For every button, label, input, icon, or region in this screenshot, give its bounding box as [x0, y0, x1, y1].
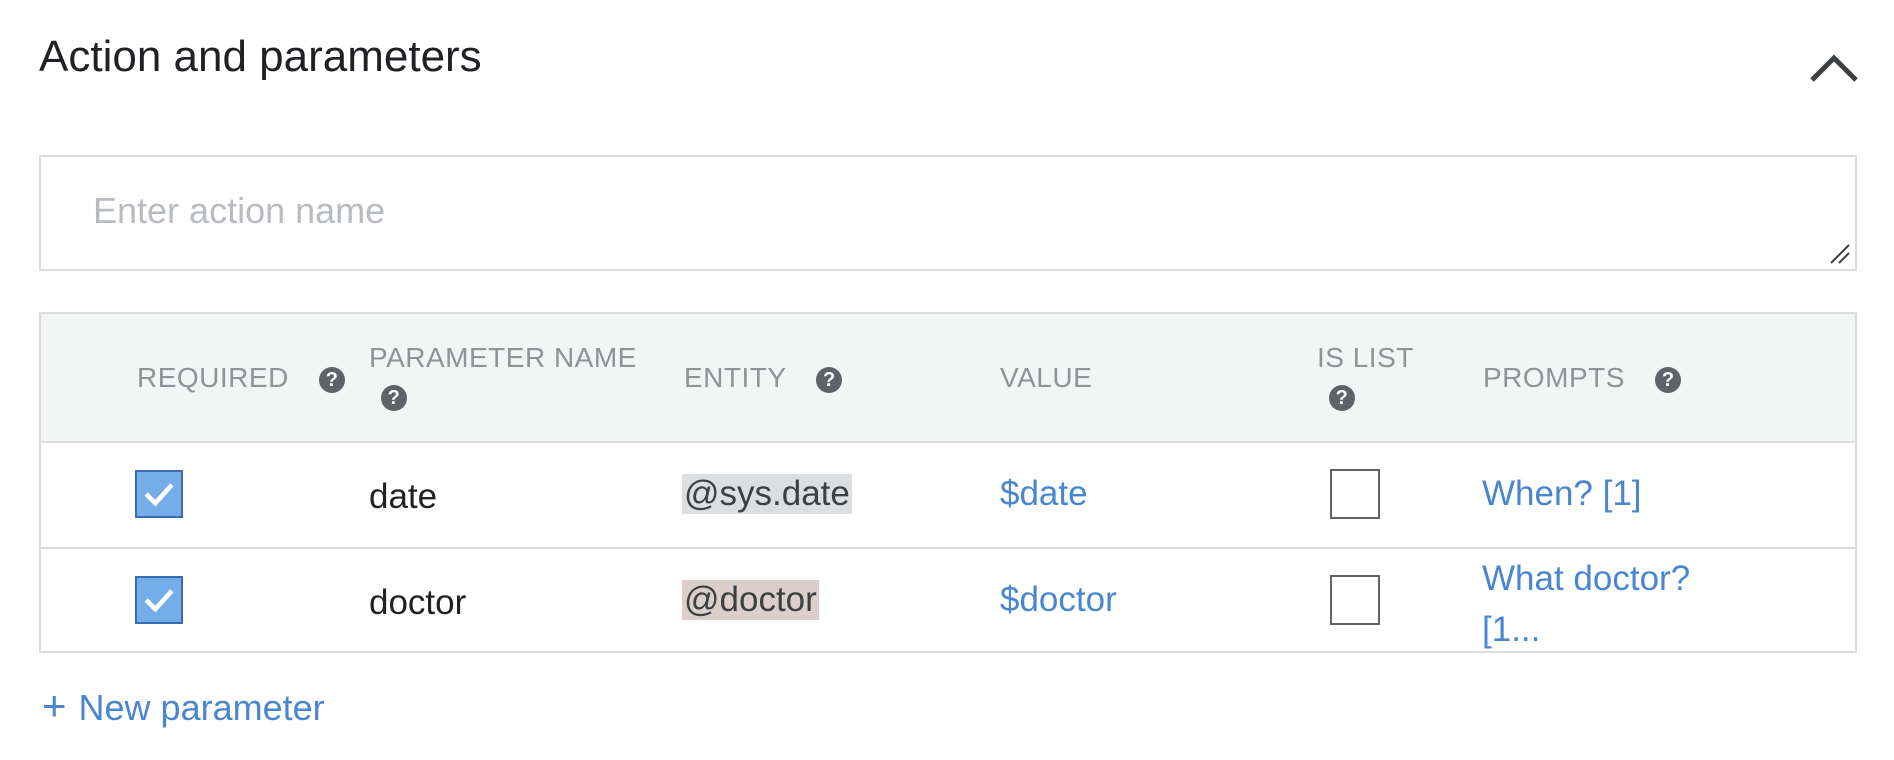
header-parameter-name-label: PARAMETER NAME — [369, 342, 637, 373]
header-required: REQUIRED ? — [137, 362, 346, 394]
prompts-link[interactable]: When? [1] — [1482, 474, 1642, 514]
prompts-link[interactable]: What doctor? [1... — [1482, 553, 1690, 655]
plus-icon: + — [42, 682, 67, 729]
help-icon[interactable]: ? — [816, 366, 843, 393]
header-required-label: REQUIRED — [137, 362, 289, 393]
header-prompts-label: PROMPTS — [1483, 362, 1625, 393]
resize-handle-icon[interactable] — [1829, 243, 1851, 265]
help-icon[interactable]: ? — [381, 384, 407, 411]
header-parameter-name: PARAMETER NAME ? — [369, 342, 637, 412]
help-icon[interactable]: ? — [1655, 366, 1682, 393]
header-is-list-label: IS LIST — [1317, 342, 1414, 373]
prompts-text-line-2: [1... — [1482, 610, 1541, 649]
parameter-name[interactable]: doctor — [369, 583, 466, 623]
action-name-container — [39, 155, 1857, 271]
required-checkbox[interactable] — [135, 470, 183, 518]
is-list-checkbox[interactable] — [1330, 469, 1380, 519]
chevron-up-icon[interactable] — [1806, 48, 1862, 88]
is-list-checkbox[interactable] — [1330, 575, 1380, 625]
parameters-table: REQUIRED ? PARAMETER NAME ? ENTITY ? VAL… — [39, 312, 1857, 653]
help-icon[interactable]: ? — [1329, 384, 1355, 411]
check-icon — [144, 483, 174, 507]
entity-chip[interactable]: @sys.date — [682, 474, 852, 514]
header-is-list: IS LIST ? — [1317, 342, 1414, 412]
required-checkbox[interactable] — [135, 576, 183, 624]
check-icon — [144, 589, 174, 613]
section-title: Action and parameters — [39, 32, 482, 81]
header-value: VALUE — [1000, 362, 1093, 393]
action-name-input[interactable] — [93, 187, 1793, 235]
prompts-text: When? [1] — [1482, 474, 1642, 513]
header-entity-label: ENTITY — [684, 362, 787, 393]
table-row: doctor @doctor $doctor What doctor? [1..… — [41, 549, 1855, 651]
parameter-value[interactable]: $date — [1000, 474, 1088, 514]
header-entity: ENTITY ? — [684, 362, 843, 394]
table-row: date @sys.date $date When? [1] — [41, 443, 1855, 549]
table-header: REQUIRED ? PARAMETER NAME ? ENTITY ? VAL… — [41, 314, 1855, 443]
new-parameter-button[interactable]: + New parameter — [42, 682, 325, 730]
help-icon[interactable]: ? — [319, 366, 346, 393]
prompts-text-line-1: What doctor? — [1482, 559, 1691, 598]
parameter-name[interactable]: date — [369, 477, 437, 517]
parameter-value[interactable]: $doctor — [1000, 580, 1117, 620]
header-prompts: PROMPTS ? — [1483, 362, 1682, 394]
entity-chip[interactable]: @doctor — [682, 580, 819, 620]
new-parameter-label: New parameter — [78, 687, 325, 728]
